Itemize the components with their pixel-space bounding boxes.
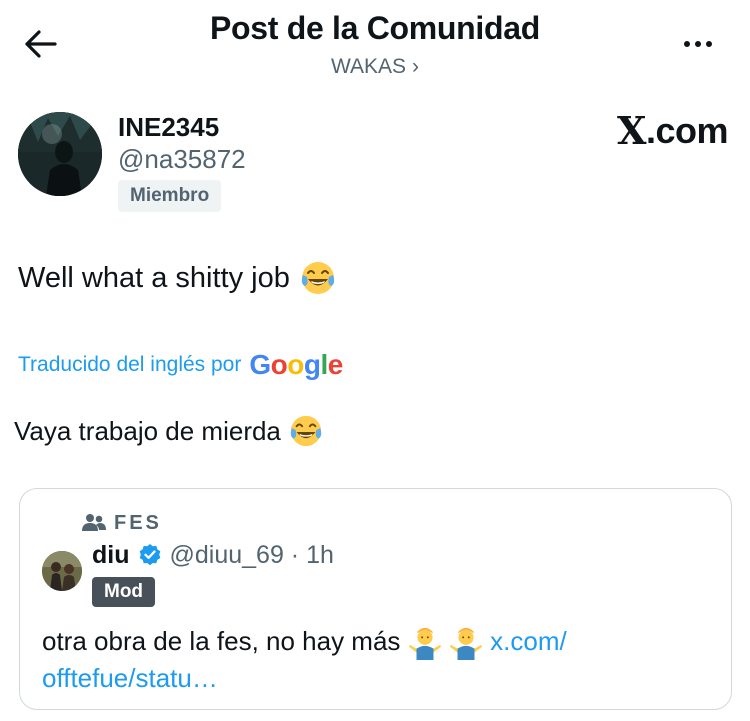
- more-dot-icon: [684, 41, 690, 47]
- translated-body: Vaya trabajo de mierda: [14, 416, 281, 446]
- chevron-right-icon: ›: [412, 55, 420, 78]
- translated-label: Traducido del inglés por: [18, 353, 242, 376]
- face-with-tears-of-joy-icon: [301, 262, 334, 294]
- author-name[interactable]: INE2345: [118, 112, 219, 142]
- avatar[interactable]: [18, 112, 102, 196]
- post-author: INE2345 @na35872 Miembro X .com: [18, 112, 732, 222]
- quote-avatar: [42, 551, 82, 591]
- more-options-button[interactable]: [676, 30, 720, 58]
- quote-body: otra obra de la fes, no hay más: [42, 626, 401, 656]
- community-link[interactable]: WAKAS ›: [331, 54, 419, 80]
- avatar-image: [18, 112, 102, 196]
- community-icon: [82, 514, 106, 531]
- person-shrugging-icon: [408, 628, 441, 661]
- more-dot-icon: [695, 41, 701, 47]
- page-title: Post de la Comunidad: [209, 10, 541, 46]
- quoted-post[interactable]: FES diu @diuu_69 · 1h Mod otra obra de l…: [19, 488, 732, 710]
- quote-community: FES: [82, 511, 162, 535]
- translated-by-google-link[interactable]: Traducido del inglés por Google: [18, 350, 343, 380]
- post-body: Well what a shitty job: [18, 262, 290, 294]
- x-com-watermark: X .com: [616, 108, 729, 153]
- author-handle[interactable]: @na35872: [118, 144, 246, 174]
- member-badge: Miembro: [118, 180, 222, 212]
- face-with-tears-of-joy-icon: [290, 415, 322, 447]
- quote-text: otra obra de la fes, no hay más x.com/ o…: [42, 623, 722, 696]
- post-text: Well what a shitty job: [18, 258, 336, 298]
- quote-author-handle: @diuu_69 · 1h: [169, 541, 334, 569]
- person-shrugging-icon: [449, 628, 482, 661]
- quote-avatar-image: [42, 551, 82, 591]
- header-center: Post de la Comunidad WAKAS ›: [0, 8, 750, 80]
- google-logo: Google: [249, 349, 343, 380]
- quote-author-name: diu: [92, 541, 130, 569]
- top-bar: Post de la Comunidad WAKAS ›: [0, 0, 750, 92]
- translated-text: Vaya trabajo de mierda: [14, 412, 323, 450]
- community-name: WAKAS: [330, 55, 407, 78]
- more-dot-icon: [706, 41, 712, 47]
- verified-badge-icon: [139, 544, 160, 566]
- quote-author-row: diu @diuu_69 · 1h: [92, 539, 334, 571]
- mod-badge: Mod: [92, 577, 156, 607]
- quote-community-name: FES: [114, 512, 162, 534]
